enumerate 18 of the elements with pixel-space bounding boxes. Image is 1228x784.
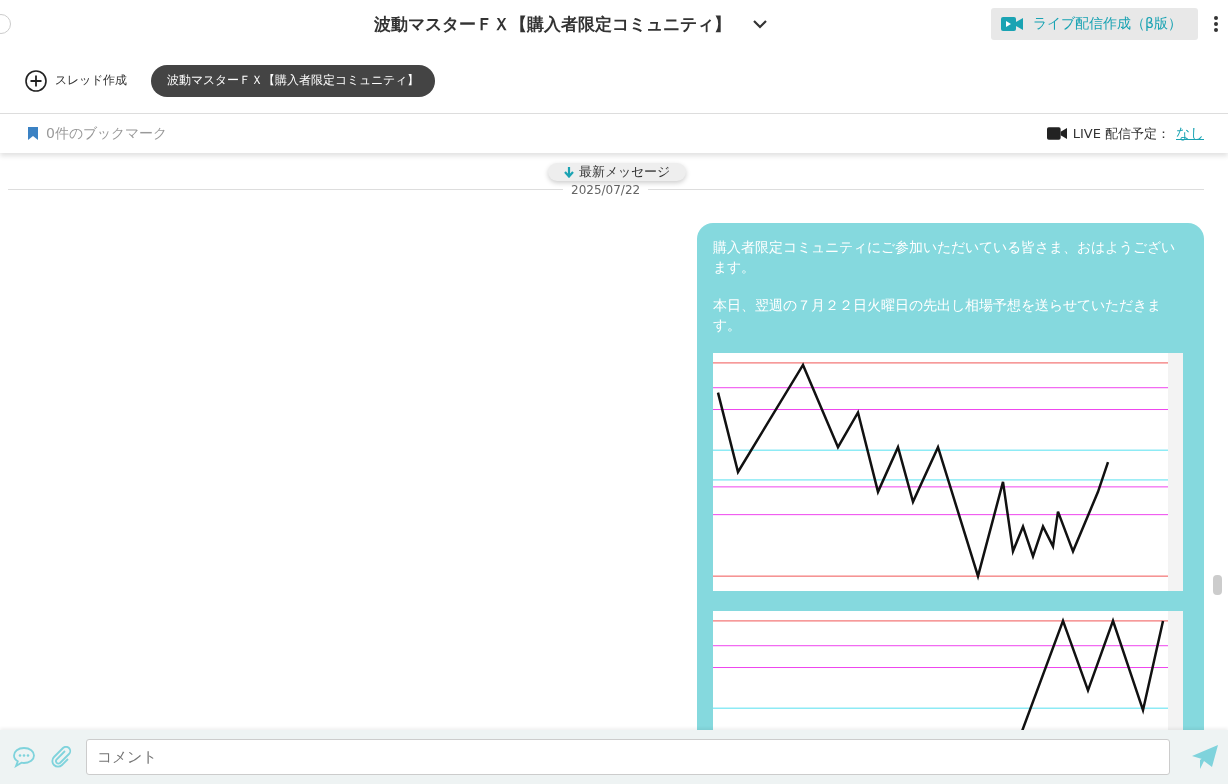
message-text: 購入者限定コミュニティにご参加いただいている皆さま、おはようございます。 (713, 238, 1176, 277)
plus-circle-icon (25, 69, 47, 92)
community-title: 波動マスターＦＸ【購入者限定コミュニティ】 (374, 12, 732, 36)
arrow-down-icon (564, 166, 574, 178)
video-camera-icon (1046, 127, 1067, 140)
video-camera-icon (1001, 17, 1024, 31)
thread-tab[interactable]: 波動マスターＦＸ【購入者限定コミュニティ】 (151, 64, 435, 97)
more-menu-icon[interactable] (1214, 16, 1218, 32)
create-thread-button[interactable]: スレッド作成 (25, 69, 127, 92)
paperclip-icon[interactable] (50, 746, 72, 768)
bookmark-icon (28, 127, 38, 140)
latest-message-button[interactable]: 最新メッセージ (548, 163, 686, 181)
send-icon[interactable] (1192, 745, 1218, 769)
chat-bubble-icon[interactable] (12, 746, 36, 768)
live-schedule-label: LIVE 配信予定： (1072, 124, 1170, 143)
chevron-down-icon[interactable] (753, 19, 768, 29)
comment-field[interactable]: コメント (86, 739, 1170, 775)
message-text: 本日、翌週の７月２２日火曜日の先出し相場予想を送らせていただきます。 (713, 296, 1162, 335)
